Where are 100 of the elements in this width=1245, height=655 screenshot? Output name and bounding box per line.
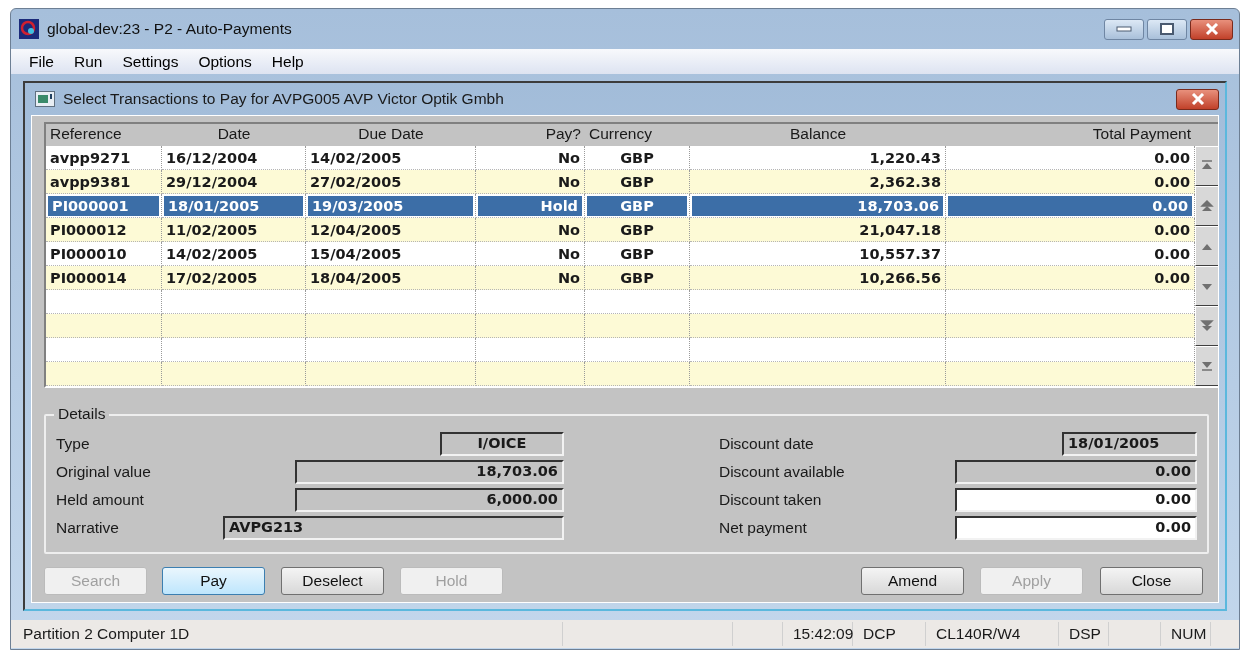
input-field: I/OICE (439, 432, 564, 456)
column-header: Currency (589, 123, 652, 144)
table-row[interactable]: PI000014 17/02/2005 18/04/2005 No GBP 10,266.56 0.00 (46, 266, 1195, 290)
table-row[interactable]: PI000010 14/02/2005 15/04/2005 No GBP 10,557.37 0.00 (46, 242, 1195, 266)
menu-item[interactable]: File (19, 51, 64, 72)
field-label: Discount date (718, 434, 814, 455)
table-cell: No (557, 172, 580, 191)
field-label: Type (56, 434, 90, 455)
table-cell: 17/02/2005 (166, 268, 258, 287)
menu-item[interactable]: Help (261, 51, 314, 72)
field-label: Held amount (56, 490, 144, 511)
table-cell: PI000012 (50, 220, 127, 239)
table-cell: GBP (620, 244, 654, 263)
table-cell: 10,266.56 (859, 268, 941, 287)
field-label: Discount taken (718, 490, 822, 511)
column-header: Balance (790, 123, 846, 144)
action-button[interactable]: Pay (162, 567, 265, 595)
table-row[interactable]: PI000012 11/02/2005 12/04/2005 No GBP 21,047.18 0.00 (46, 218, 1195, 242)
double-arrow-up-icon (1198, 198, 1216, 214)
scroll-up-button[interactable] (1195, 226, 1218, 266)
double-arrow-down-icon (1198, 318, 1216, 334)
table-cell: 0.00 (1154, 244, 1190, 263)
field-label: Discount available (718, 462, 845, 483)
minimize-icon (1116, 26, 1132, 32)
page-down-button[interactable] (1195, 306, 1218, 346)
app-icon (19, 19, 39, 39)
table-cell: 18,703.06 (857, 196, 939, 215)
table-cell: Hold (540, 196, 578, 215)
close-button[interactable] (1190, 18, 1233, 40)
window-title: global-dev:23 - P2 - Auto-Payments (47, 19, 292, 40)
table-cell: GBP (620, 268, 654, 287)
field-label: Net payment (718, 518, 807, 539)
close-button[interactable] (1176, 88, 1219, 110)
input-field: 0.00 (955, 460, 1197, 484)
input-field: 6,000.00 (294, 488, 564, 512)
table-cell: 12/04/2005 (310, 220, 402, 239)
maximize-icon (1160, 23, 1174, 35)
input-field: 18/01/2005 (1062, 432, 1197, 456)
table-cell: 21,047.18 (859, 220, 941, 239)
table-cell: 18/01/2005 (168, 196, 260, 215)
table-cell: No (557, 268, 580, 287)
minimize-button[interactable] (1104, 18, 1144, 40)
table-cell: 0.00 (1154, 172, 1190, 191)
table-cell: 14/02/2005 (310, 148, 402, 167)
table-cell: No (557, 148, 580, 167)
column-header: Pay? (545, 123, 581, 144)
table-row[interactable]: avpp9381 29/12/2004 27/02/2005 No GBP 2,362.38 0.00 (46, 170, 1195, 194)
table-cell: 0.00 (1154, 148, 1190, 167)
column-header: Due Date (358, 123, 424, 144)
table-cell: 1,220.43 (869, 148, 941, 167)
table-cell: 0.00 (1154, 220, 1190, 239)
table-cell: avpp9271 (50, 148, 131, 167)
table-cell: 0.00 (1152, 196, 1188, 215)
field-label: Narrative (56, 518, 119, 539)
input-field: AVPG213 (222, 516, 564, 540)
dialog-icon (35, 91, 55, 107)
table-cell: PI000010 (50, 244, 127, 263)
table-cell: 11/02/2005 (166, 220, 258, 239)
input-field: 18,703.06 (294, 460, 564, 484)
table-cell: 0.00 (1154, 268, 1190, 287)
action-button[interactable]: Deselect (281, 567, 384, 595)
table-cell: 19/03/2005 (312, 196, 404, 215)
status-text: CL140R/W4 (936, 624, 1021, 645)
maximize-button[interactable] (1147, 18, 1187, 40)
table-cell: 14/02/2005 (166, 244, 258, 263)
input-field[interactable]: 0.00 (955, 488, 1197, 512)
status-text: DSP (1069, 624, 1101, 645)
action-button[interactable]: Close (1100, 567, 1203, 595)
table-cell: 18/04/2005 (310, 268, 402, 287)
table-cell: 10,557.37 (859, 244, 941, 263)
table-cell: GBP (620, 196, 654, 215)
table-cell: No (557, 244, 580, 263)
status-text: NUM (1171, 624, 1207, 645)
status-text: DCP (863, 624, 896, 645)
menu-item[interactable]: Run (64, 51, 113, 72)
table-cell: 27/02/2005 (310, 172, 402, 191)
input-field[interactable]: 0.00 (955, 516, 1197, 540)
column-header: Total Payment (1092, 123, 1191, 144)
table-cell: PI000014 (50, 268, 127, 287)
table-cell: GBP (620, 148, 654, 167)
status-text: 15:42:09 (793, 624, 854, 645)
table-cell: 16/12/2004 (166, 148, 258, 167)
menu-item[interactable]: Options (188, 51, 262, 72)
page-up-button[interactable] (1195, 186, 1218, 226)
scroll-bottom-button[interactable] (1195, 346, 1218, 386)
close-icon (1190, 93, 1205, 105)
table-cell: No (557, 220, 580, 239)
column-header: Reference (50, 123, 122, 144)
close-icon (1204, 23, 1219, 35)
table-cell: 15/04/2005 (310, 244, 402, 263)
menu-item[interactable]: Settings (112, 51, 189, 72)
field-label: Original value (56, 462, 151, 483)
table-cell: GBP (620, 172, 654, 191)
table-cell: 2,362.38 (869, 172, 941, 191)
action-button[interactable]: Amend (861, 567, 964, 595)
column-header: Date (217, 123, 251, 144)
table-row[interactable]: avpp9271 16/12/2004 14/02/2005 No GBP 1,220.43 0.00 (46, 146, 1195, 170)
scroll-down-button[interactable] (1195, 266, 1218, 306)
scroll-top-button[interactable] (1195, 146, 1218, 186)
selected-table-row[interactable]: PI000001 18/01/2005 19/03/2005 Hold GBP 18,703.06 0.00 (46, 194, 1195, 218)
